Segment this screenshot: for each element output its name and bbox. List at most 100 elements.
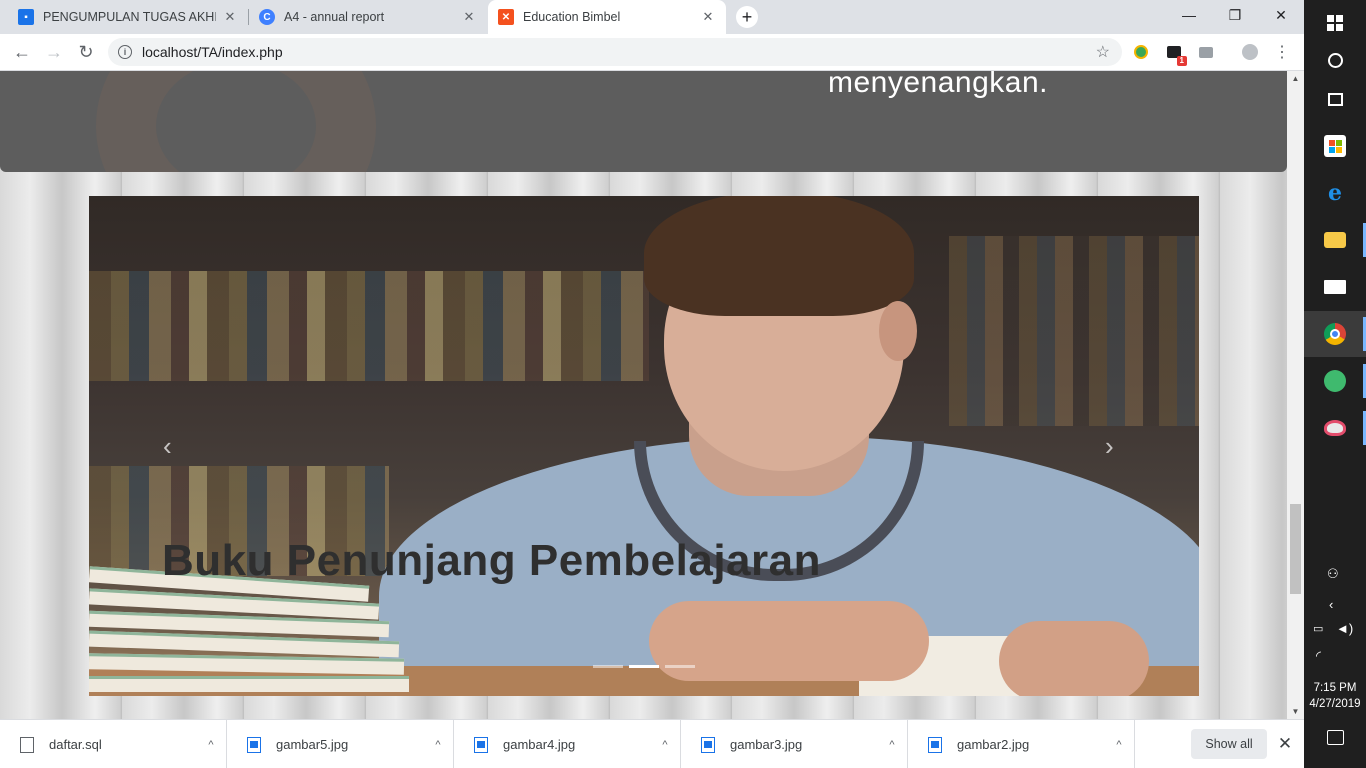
taskbar-edge[interactable]: e	[1304, 170, 1366, 216]
scrollbar-thumb[interactable]	[1290, 504, 1301, 594]
browser-toolbar: ← → ↻ i localhost/TA/index.php ☆ 1 ⋮	[0, 34, 1304, 71]
carousel-next-icon[interactable]: ›	[1105, 431, 1114, 461]
scroll-up-arrow-icon[interactable]: ▲	[1287, 74, 1304, 83]
atom-icon	[1324, 370, 1346, 392]
volume-icon[interactable]: ◄)	[1336, 621, 1353, 636]
hero-banner: menyenangkan.	[0, 71, 1287, 172]
action-center-icon[interactable]	[1327, 730, 1344, 745]
extension-globe-icon[interactable]	[1132, 43, 1150, 61]
download-item[interactable]: gambar4.jpg ^	[454, 720, 681, 768]
url-text[interactable]: localhost/TA/index.php	[142, 44, 283, 60]
network-icon[interactable]: ◜	[1316, 648, 1321, 664]
profile-avatar-icon[interactable]	[1241, 43, 1259, 61]
show-all-downloads-button[interactable]: Show all	[1191, 729, 1267, 759]
minimize-button[interactable]: —	[1166, 0, 1212, 30]
clock-time: 7:15 PM	[1313, 682, 1357, 694]
download-item[interactable]: gambar3.jpg ^	[681, 720, 908, 768]
task-view-icon	[1327, 92, 1343, 106]
download-shelf: daftar.sql ^ gambar5.jpg ^ gambar4.jpg ^…	[0, 719, 1304, 768]
download-filename: gambar2.jpg	[957, 737, 1030, 752]
download-filename: gambar3.jpg	[730, 737, 803, 752]
download-item[interactable]: gambar2.jpg ^	[908, 720, 1135, 768]
download-filename: gambar4.jpg	[503, 737, 576, 752]
chevron-up-icon[interactable]: ^	[423, 739, 453, 751]
student-hair	[644, 196, 914, 316]
windows-taskbar: e ⚇ ‹ ▭ ◄) ◜ 7:15 PM 4/27/2019	[1304, 0, 1366, 768]
chrome-menu-icon[interactable]: ⋮	[1273, 43, 1291, 61]
xampp-icon: ✕	[498, 9, 514, 25]
student-hand	[999, 621, 1149, 696]
windows-logo-icon	[1327, 15, 1343, 31]
carousel-indicator[interactable]	[665, 665, 695, 668]
chevron-up-icon[interactable]: ^	[1104, 739, 1134, 751]
chevron-up-icon[interactable]: ^	[650, 739, 680, 751]
student-hand	[649, 601, 929, 681]
browser-window: ▪ PENGUMPULAN TUGAS AKHIR W ✕ C A4 - ann…	[0, 0, 1304, 768]
download-filename: gambar5.jpg	[276, 737, 349, 752]
tab-education-bimbel[interactable]: ✕ Education Bimbel ✕	[488, 0, 726, 34]
image-file-icon	[474, 736, 488, 753]
back-button[interactable]: ←	[8, 38, 36, 66]
page-viewport: menyenangkan. ‹ › Buku Penunjang Pembela…	[0, 71, 1304, 719]
address-bar[interactable]: i localhost/TA/index.php ☆	[108, 38, 1122, 66]
taskbar-chrome[interactable]	[1304, 311, 1366, 357]
bookshelf-background	[89, 271, 649, 381]
show-hidden-icons-chevron-icon[interactable]: ‹	[1329, 597, 1333, 612]
chevron-up-icon[interactable]: ^	[877, 739, 907, 751]
carousel-prev-icon[interactable]: ‹	[163, 431, 172, 461]
tab-close-icon[interactable]: ✕	[461, 9, 477, 25]
page-scrollbar[interactable]: ▲ ▼	[1287, 71, 1304, 719]
image-file-icon	[928, 736, 942, 753]
info-icon[interactable]: i	[118, 45, 132, 59]
classroom-icon: ▪	[18, 9, 34, 25]
taskbar-mail[interactable]	[1304, 264, 1366, 310]
chevron-up-icon[interactable]: ^	[196, 739, 226, 751]
taskbar-file-explorer[interactable]	[1304, 217, 1366, 263]
extension-badge-icon[interactable]: 1	[1165, 43, 1187, 66]
image-file-icon	[701, 736, 715, 753]
bookshelf-background	[949, 236, 1199, 426]
task-view-button[interactable]	[1304, 76, 1366, 122]
paint-icon	[1324, 420, 1346, 436]
camera-icon[interactable]	[1197, 43, 1215, 61]
tab-close-icon[interactable]: ✕	[222, 9, 238, 25]
taskbar-paint[interactable]	[1304, 405, 1366, 451]
tab-title: Education Bimbel	[523, 10, 621, 24]
extension-count-badge: 1	[1176, 56, 1187, 66]
file-icon	[20, 736, 34, 753]
banner-text: menyenangkan.	[828, 71, 1048, 99]
clock-date: 4/27/2019	[1309, 698, 1361, 710]
tab-annual-report[interactable]: C A4 - annual report ✕	[249, 0, 487, 34]
reload-button[interactable]: ↻	[72, 38, 100, 66]
system-clock[interactable]: 7:15 PM 4/27/2019	[1304, 680, 1366, 712]
download-item[interactable]: daftar.sql ^	[0, 720, 227, 768]
scroll-down-arrow-icon[interactable]: ▼	[1287, 707, 1304, 716]
close-window-button[interactable]: ✕	[1258, 0, 1304, 30]
canva-icon: C	[259, 9, 275, 25]
folder-icon	[1324, 232, 1346, 248]
taskbar-microsoft-store[interactable]	[1304, 123, 1366, 169]
chrome-icon	[1324, 323, 1346, 345]
download-item[interactable]: gambar5.jpg ^	[227, 720, 454, 768]
people-icon[interactable]: ⚇	[1327, 566, 1339, 582]
bookmark-star-icon[interactable]: ☆	[1096, 42, 1110, 62]
tab-pengumpulan-tugas[interactable]: ▪ PENGUMPULAN TUGAS AKHIR W ✕	[8, 0, 248, 34]
edge-icon: e	[1328, 180, 1342, 206]
maximize-button[interactable]: ❐	[1212, 0, 1258, 30]
carousel-slide-image	[89, 196, 1199, 696]
new-tab-button[interactable]: +	[736, 6, 758, 28]
image-carousel[interactable]: ‹ › Buku Penunjang Pembelajaran	[89, 196, 1199, 696]
mail-icon	[1324, 280, 1346, 294]
taskbar-atom[interactable]	[1304, 358, 1366, 404]
store-icon	[1324, 135, 1346, 157]
tab-title: A4 - annual report	[284, 10, 385, 24]
banner-decoration	[96, 71, 376, 172]
forward-button[interactable]: →	[40, 38, 68, 66]
battery-icon[interactable]: ▭	[1313, 622, 1323, 635]
carousel-indicator[interactable]	[593, 665, 623, 668]
tab-strip: ▪ PENGUMPULAN TUGAS AKHIR W ✕ C A4 - ann…	[0, 0, 1304, 34]
student-ear	[879, 301, 917, 361]
close-download-shelf-icon[interactable]: ✕	[1274, 733, 1296, 755]
carousel-indicator[interactable]	[629, 665, 659, 668]
tab-close-icon[interactable]: ✕	[700, 9, 716, 25]
